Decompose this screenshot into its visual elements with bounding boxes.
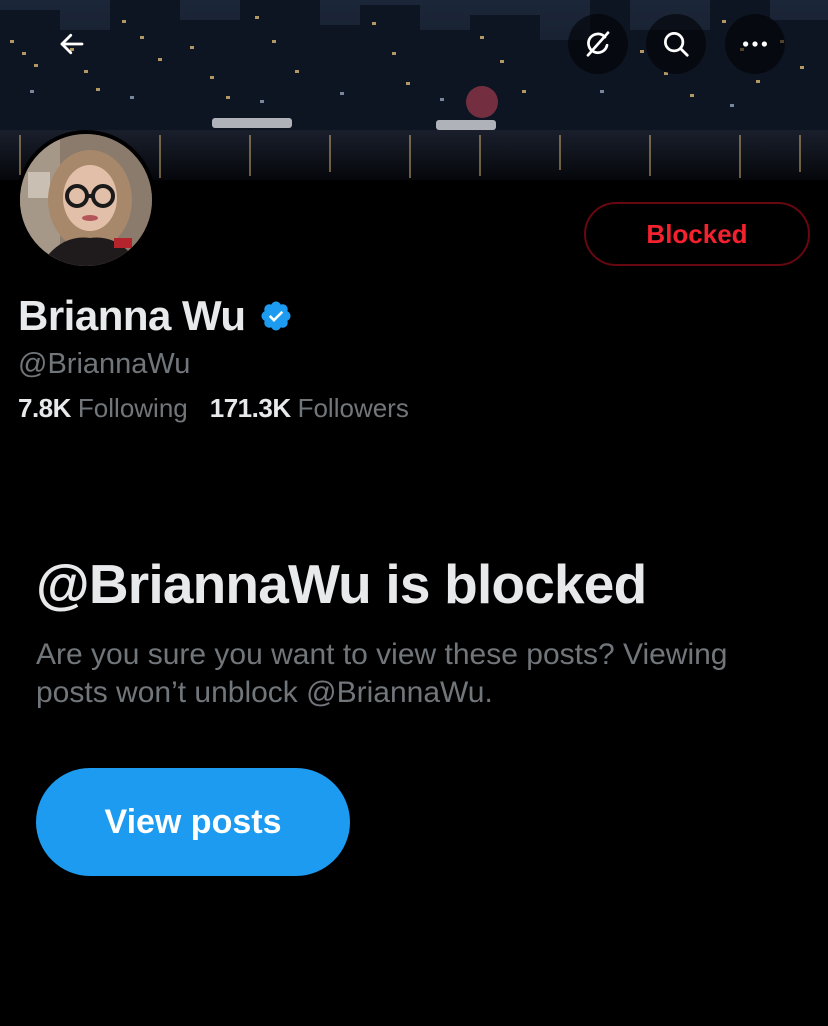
following-label: Following (77, 393, 188, 423)
avatar[interactable] (16, 130, 156, 270)
grok-icon (583, 29, 613, 59)
more-options-button[interactable] (725, 14, 785, 74)
blocked-notice-title: @BriannaWu is blocked (36, 553, 647, 615)
verified-badge-icon[interactable] (258, 298, 294, 334)
followers-count: 171.3K (209, 393, 291, 423)
view-posts-button[interactable]: View posts (36, 768, 350, 876)
user-handle: @BriannaWu (18, 348, 191, 380)
search-button[interactable] (646, 14, 706, 74)
following-stat[interactable]: 7.8K Following (18, 393, 188, 424)
blocked-button[interactable]: Blocked (584, 202, 810, 266)
search-icon (661, 29, 691, 59)
arrow-left-icon (57, 29, 87, 59)
followers-label: Followers (297, 393, 409, 423)
display-name: Brianna Wu (18, 292, 246, 339)
followers-stat[interactable]: 171.3K Followers (210, 393, 409, 424)
display-name-row: Brianna Wu (18, 290, 294, 342)
following-count: 7.8K (18, 393, 71, 423)
back-button[interactable] (42, 14, 102, 74)
grok-button[interactable] (568, 14, 628, 74)
follow-stats: 7.8K Following 171.3K Followers (18, 393, 409, 424)
blocked-notice-description: Are you sure you want to view these post… (36, 638, 728, 709)
more-horizontal-icon (740, 29, 770, 59)
profile-photo (20, 134, 152, 266)
